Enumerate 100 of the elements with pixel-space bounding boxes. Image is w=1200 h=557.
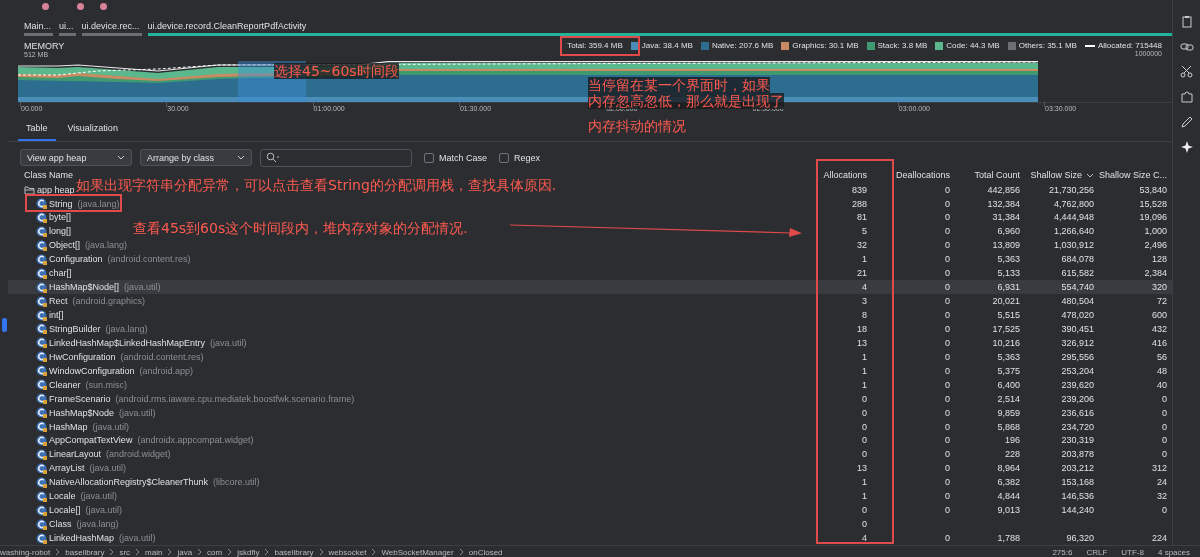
status-item[interactable]: UTF-8	[1121, 547, 1144, 557]
class-name[interactable]: Configuration	[49, 254, 103, 265]
table-cell-text: 236,616	[1060, 407, 1094, 418]
chevron-right-icon	[458, 547, 464, 556]
breadcrumb-item[interactable]: baselibrary	[274, 547, 314, 557]
breadcrumb-item[interactable]: main	[145, 547, 163, 557]
breadcrumb-item[interactable]: washing-robot	[0, 547, 51, 557]
clipboard-icon[interactable]	[1179, 15, 1194, 29]
class-name[interactable]: int[]	[49, 310, 64, 321]
legend-label: Others: 35.1 MB	[1018, 41, 1077, 50]
class-name[interactable]: app heap	[37, 184, 75, 195]
table-cell-text: 17,525	[991, 323, 1020, 334]
class-name[interactable]: LinkedHashMap	[49, 533, 115, 544]
class-name[interactable]: char[]	[49, 268, 72, 279]
table-cell-text: 295,556	[1060, 351, 1094, 362]
class-name[interactable]: Rect	[49, 296, 68, 307]
status-item[interactable]: CRLF	[1086, 547, 1108, 557]
table-cell-text: 0	[1161, 505, 1167, 516]
column-header[interactable]: Shallow Size C...	[1094, 170, 1167, 181]
tab[interactable]: Table	[18, 117, 56, 141]
table-cell-text: 0	[1161, 407, 1167, 418]
dropdown[interactable]: Arrange by class	[140, 149, 252, 167]
package-name: (libcore.util)	[213, 477, 260, 488]
chevron-right-icon	[55, 547, 61, 556]
table-cell-text: 15,528	[1138, 198, 1167, 209]
breadcrumb-item[interactable]: WebSocketManager	[381, 547, 454, 557]
class-name[interactable]: Cleaner	[49, 379, 81, 390]
table-cell-text: 0	[944, 323, 950, 334]
table-cell-text: 0	[861, 505, 867, 516]
tool-window-button[interactable]	[1, 318, 7, 332]
class-name[interactable]: HwConfiguration	[49, 351, 116, 362]
breadcrumb-item[interactable]: java	[177, 547, 193, 557]
annotation-note: 内存抖动的情况	[588, 118, 686, 134]
search-field[interactable]	[260, 148, 412, 167]
column-header[interactable]: Deallocations	[867, 170, 950, 181]
table-cell-text: 600	[1150, 310, 1167, 321]
class-name[interactable]: Class	[49, 519, 72, 530]
class-name[interactable]: Locale	[49, 491, 76, 502]
checkbox[interactable]	[424, 152, 434, 163]
class-name[interactable]: FrameScenario	[49, 393, 111, 404]
table-cell-text: 0	[861, 519, 867, 530]
table-cell-text: 0	[861, 407, 867, 418]
pencil-icon[interactable]	[1179, 115, 1194, 129]
table-cell-text: 478,020	[1060, 310, 1094, 321]
column-header[interactable]: Total Count	[950, 170, 1020, 181]
package-name: (android.graphics)	[72, 296, 146, 307]
table-cell-text: 1	[861, 254, 867, 265]
table-cell-text: 5,375	[996, 365, 1020, 376]
class-name[interactable]: HashMap$Node	[49, 407, 115, 418]
table-cell-text: 2,496	[1143, 240, 1167, 251]
class-name[interactable]: HashMap$Node[]	[49, 282, 120, 293]
class-icon	[36, 323, 47, 335]
table-cell-text: 3	[861, 296, 867, 307]
breadcrumb-item[interactable]: onClosed	[468, 547, 503, 557]
class-name[interactable]: long[]	[49, 226, 72, 237]
table-cell-text: 239,620	[1060, 379, 1094, 390]
breadcrumb-item[interactable]: com	[207, 547, 223, 557]
breadcrumb-item[interactable]: baselibrary	[65, 547, 105, 557]
table-cell-text: 0	[944, 393, 950, 404]
checkbox[interactable]	[499, 152, 510, 163]
table-cell-text: 224	[1150, 533, 1167, 544]
class-name[interactable]: Locale[]	[49, 505, 81, 516]
column-header[interactable]: Shallow Size	[1020, 170, 1094, 181]
table-cell-text: 1	[861, 365, 867, 376]
class-icon	[36, 309, 47, 321]
class-name[interactable]: StringBuilder	[49, 323, 101, 334]
breadcrumb-item[interactable]: jskdfly	[237, 547, 260, 557]
package-name: (android.rms.iaware.cpu.mediatek.boostfwk.scenario.frame)	[115, 393, 355, 404]
class-name[interactable]: ArrayList	[49, 463, 85, 474]
table-cell-text: 21,730,256	[1047, 184, 1094, 195]
class-name[interactable]: WindowConfiguration	[49, 365, 135, 376]
link-icon[interactable]	[1179, 40, 1194, 54]
table-cell-text: 234,720	[1060, 421, 1094, 432]
scissors-icon[interactable]	[1179, 65, 1194, 79]
table-cell-text: 0	[944, 491, 950, 502]
breadcrumb-item[interactable]: websocket	[328, 547, 367, 557]
table-cell-text: 0	[944, 226, 950, 237]
class-icon	[36, 351, 47, 363]
column-header[interactable]: Allocations	[817, 170, 867, 181]
class-name[interactable]: Object[]	[49, 240, 80, 251]
annotation-note: 当停留在某一个界面时，如果	[588, 77, 770, 93]
status-item[interactable]: 4 spaces	[1157, 547, 1190, 557]
class-name[interactable]: AppCompatTextView	[49, 435, 133, 446]
class-name[interactable]: LinearLayout	[49, 449, 102, 460]
class-name[interactable]: HashMap	[49, 421, 88, 432]
tab[interactable]: Visualization	[59, 117, 126, 141]
legend-label: Native: 207.6 MB	[711, 41, 774, 50]
class-name[interactable]: LinkedHashMap$LinkedHashMapEntry	[49, 337, 206, 348]
class-name[interactable]: NativeAllocationRegistry$CleanerThunk	[49, 477, 209, 488]
class-name[interactable]: byte[]	[49, 212, 71, 223]
table-cell-text: 153,168	[1060, 477, 1094, 488]
status-item[interactable]: 275:6	[1052, 547, 1073, 557]
class-icon	[36, 462, 47, 474]
table-cell-text: 32	[856, 240, 867, 251]
package-name: (java.util)	[89, 463, 127, 474]
chevron-down-icon	[237, 155, 245, 161]
breadcrumb-item[interactable]: src	[119, 547, 131, 557]
chevron-right-icon	[264, 547, 270, 556]
dropdown[interactable]: View app heap	[20, 149, 132, 167]
class-name[interactable]: String	[49, 198, 73, 209]
